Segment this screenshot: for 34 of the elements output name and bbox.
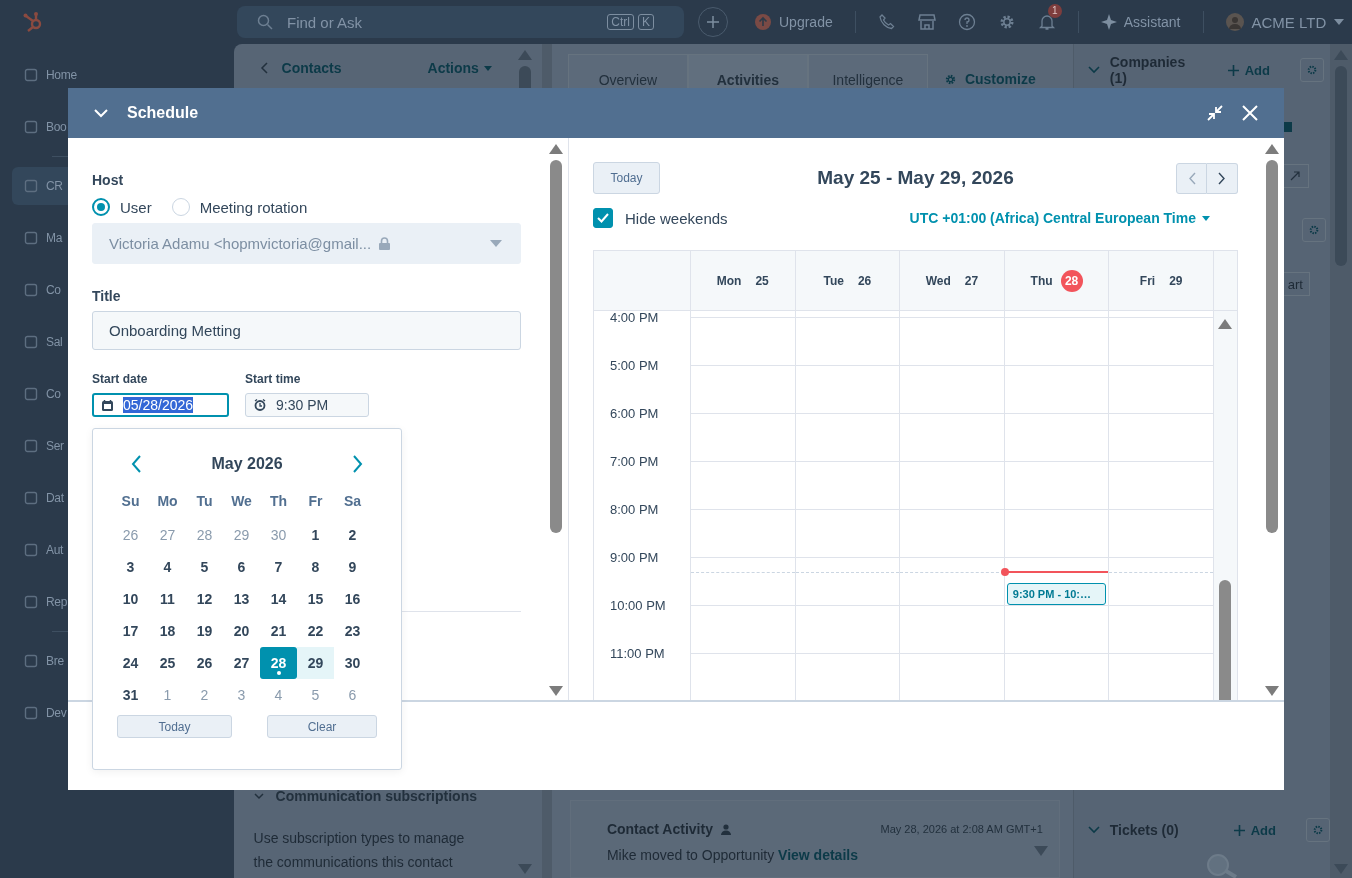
activity-title: Contact Activity [606,821,713,837]
hour-label: 6:00 PM [610,406,659,421]
activity-text: Mike moved to Opportunity [606,847,775,863]
subscription-note: Use subscription types to manage the communications this contact [253,829,466,872]
weekday-label: Tu [195,492,214,511]
weekday-label: We [230,492,253,511]
day-header: Mon 25 [691,251,796,310]
field-label: Host [92,172,125,188]
field-label: Title [92,288,122,304]
hour-label: 8:00 PM [610,502,659,517]
weekday-label: Sa [342,492,363,511]
weekday-label: Fr [307,492,324,511]
date-range-title: May 25 - May 29, 2026 [817,167,1014,189]
hour-label: 5:00 PM [610,358,659,373]
shortcut-key: Ctrl [607,14,634,30]
hour-label: 10:00 PM [610,598,666,613]
weekday-label: Th [268,492,289,511]
hour-label: 11:00 PM [610,646,665,661]
weekday-label: Su [120,492,141,511]
day-header: Wed 27 [900,251,1005,310]
day-header: Tue 26 [795,251,901,310]
hour-label: 9:00 PM [610,550,659,565]
weekday-label: Mo [156,492,179,511]
dialog-title: Schedule [127,104,199,122]
notification-badge: 1 [1047,4,1062,18]
activity-timestamp: May 28, 2026 at 2:08 AM GMT+1 [880,823,1043,835]
field-label: Start time [245,372,302,386]
month-title: May 2026 [211,455,283,473]
field-label: Start date [92,372,149,386]
hour-label: 4:00 PM [610,311,659,325]
day-header: Thu 28 [1004,251,1110,310]
day-header: Fri 29 [1109,251,1214,310]
shortcut-key: K [638,14,654,30]
hour-label: 7:00 PM [610,454,659,469]
